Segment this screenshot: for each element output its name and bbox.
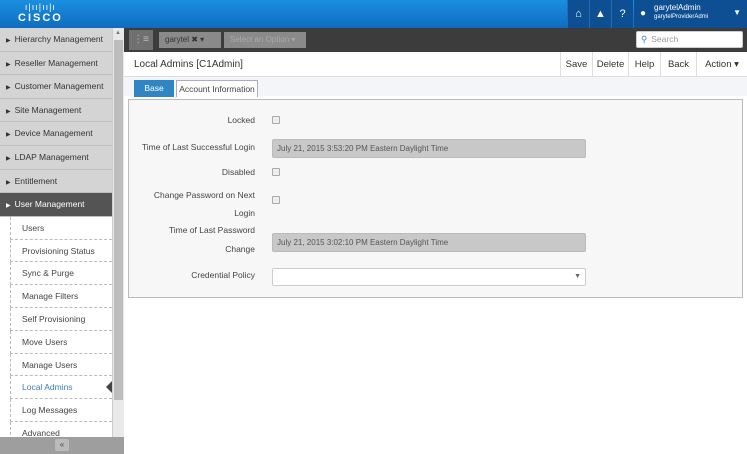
sidebar-subitem-label: Provisioning Status bbox=[22, 245, 95, 256]
user-role: garytelProviderAdmi bbox=[654, 14, 709, 20]
sidebar-item-site-management[interactable]: ▶ Site Management bbox=[0, 98, 112, 123]
sidebar-subitem-label: Move Users bbox=[22, 336, 68, 347]
sidebar-subitem-move-users[interactable]: Move Users bbox=[10, 330, 112, 354]
credential-policy-select[interactable]: ▼ bbox=[272, 268, 586, 286]
sidebar-scrollbar[interactable]: ▲ bbox=[112, 28, 124, 437]
sidebar-subitem-label: Sync & Purge bbox=[22, 268, 74, 279]
hierarchy-select[interactable]: garytel ✖ ▾ bbox=[159, 32, 221, 48]
account-information-form: Locked Time of Last Successful Login Jul… bbox=[128, 99, 743, 298]
caret-right-icon: ▶ bbox=[6, 38, 11, 44]
back-button[interactable]: Back bbox=[660, 52, 696, 77]
home-icon[interactable]: ⌂ bbox=[567, 0, 589, 28]
sidebar-subitem-label: Manage Filters bbox=[22, 291, 79, 302]
sidebar-item-user-management[interactable]: ▶ User Management bbox=[0, 193, 112, 217]
sidebar-subitem-label: Self Provisioning bbox=[22, 313, 86, 324]
option-select[interactable]: Select an Option ▾ bbox=[224, 32, 306, 48]
tab-base[interactable]: Base bbox=[134, 80, 174, 97]
caret-right-icon: ▶ bbox=[6, 61, 11, 68]
help-icon[interactable]: ? bbox=[611, 0, 633, 28]
cisco-logo: ı|ıı|ıı|ı CISCO bbox=[18, 2, 63, 24]
collapse-sidebar-button[interactable]: « bbox=[0, 437, 124, 454]
sidebar-item-hierarchy-management[interactable]: ▶ Hierarchy Management bbox=[0, 28, 112, 52]
last-login-field: July 21, 2015 3:53:20 PM Eastern Dayligh… bbox=[272, 139, 586, 158]
sidebar-item-entitlement[interactable]: ▶ Entitlement bbox=[0, 169, 112, 194]
sidebar-subitem-sync-purge[interactable]: Sync & Purge bbox=[10, 262, 112, 286]
change-password-label: Change Password on Next Login bbox=[153, 190, 255, 218]
sidebar-subitem-label: Local Admins bbox=[22, 382, 73, 393]
chevron-down-icon: ▼ bbox=[733, 8, 741, 17]
caret-right-icon: ▶ bbox=[6, 85, 11, 92]
locked-checkbox[interactable] bbox=[272, 116, 280, 124]
sidebar-subitem-label: Users bbox=[22, 222, 45, 233]
caret-right-icon: ▶ bbox=[6, 203, 11, 210]
sidebar-subitem-users[interactable]: Users bbox=[10, 216, 112, 240]
tab-account-information[interactable]: Account Information bbox=[176, 80, 258, 97]
change-password-checkbox[interactable] bbox=[272, 196, 280, 204]
user-name: garytelAdmin bbox=[654, 3, 701, 12]
search-input[interactable]: ⚲ Search bbox=[636, 31, 743, 48]
sidebar-item-label: Customer Management bbox=[14, 81, 104, 92]
sidebar-subitem-local-admins[interactable]: Local Admins bbox=[10, 376, 112, 400]
sidebar-item-label: User Management bbox=[14, 199, 85, 210]
sidebar-item-device-management[interactable]: ▶ Device Management bbox=[0, 122, 112, 146]
sidebar: ▶ Hierarchy Management ▶ Reseller Managemen… bbox=[0, 28, 112, 437]
sidebar-item-label: Hierarchy Management bbox=[14, 34, 103, 44]
caret-right-icon: ▶ bbox=[6, 108, 11, 115]
sidebar-item-label: Site Management bbox=[14, 104, 82, 115]
sidebar-subitem-manage-filters[interactable]: Manage Filters bbox=[10, 285, 112, 308]
sidebar-subitem-label: Log Messages bbox=[22, 405, 78, 416]
hierarchy-tree-icon[interactable]: ⋮≡ bbox=[129, 30, 153, 50]
chevron-down-icon: ▼ bbox=[574, 273, 581, 280]
last-password-change-field: July 21, 2015 3:02:10 PM Eastern Dayligh… bbox=[272, 233, 586, 252]
locked-label: Locked bbox=[227, 115, 255, 125]
caret-right-icon: ▶ bbox=[6, 155, 11, 162]
help-button[interactable]: Help bbox=[628, 52, 660, 77]
sidebar-item-ldap-management[interactable]: ▶ LDAP Management bbox=[0, 145, 112, 170]
alert-icon[interactable]: ▲ bbox=[589, 0, 611, 28]
top-bar: ı|ıı|ıı|ı CISCO ⌂ ▲ ? ● garytelAdmin gary… bbox=[0, 0, 747, 28]
user-icon: ● bbox=[640, 8, 647, 19]
user-menu[interactable]: ● garytelAdmin garytelProviderAdmi ▼ bbox=[634, 0, 747, 28]
sidebar-item-label: Device Management bbox=[14, 128, 93, 139]
sidebar-subitem-log-messages[interactable]: Log Messages bbox=[10, 399, 112, 422]
sidebar-subitem-provisioning-status[interactable]: Provisioning Status bbox=[10, 239, 112, 263]
disabled-label: Disabled bbox=[221, 167, 255, 177]
action-menu-button[interactable]: Action ▾ bbox=[696, 52, 747, 77]
sidebar-subitem-manage-users[interactable]: Manage Users bbox=[10, 353, 112, 377]
save-button[interactable]: Save bbox=[560, 52, 592, 77]
last-login-label: Time of Last Successful Login bbox=[141, 142, 255, 152]
search-icon: ⚲ bbox=[641, 34, 648, 44]
sidebar-item-label: Entitlement bbox=[14, 175, 58, 186]
sidebar-item-customer-management[interactable]: ▶ Customer Management bbox=[0, 75, 112, 99]
page-title: Local Admins [C1Admin] bbox=[134, 59, 243, 70]
tab-bar: Base Account Information bbox=[124, 77, 747, 97]
sidebar-item-label: LDAP Management bbox=[14, 151, 89, 162]
sidebar-item-reseller-management[interactable]: ▶ Reseller Management bbox=[0, 51, 112, 76]
delete-button[interactable]: Delete bbox=[592, 52, 628, 77]
sidebar-subitem-self-provisioning[interactable]: Self Provisioning bbox=[10, 307, 112, 331]
page-header: Local Admins [C1Admin] Save Delete Help … bbox=[124, 52, 747, 77]
caret-right-icon: ▶ bbox=[6, 179, 11, 186]
sidebar-subitem-label: Advanced bbox=[22, 427, 60, 437]
last-password-change-label: Time of Last Password Change bbox=[168, 225, 255, 254]
sidebar-item-label: Reseller Management bbox=[14, 57, 98, 68]
sidebar-subitem-label: Manage Users bbox=[22, 359, 78, 370]
caret-right-icon: ▶ bbox=[6, 132, 11, 139]
disabled-checkbox[interactable] bbox=[272, 168, 280, 176]
credential-policy-label: Credential Policy bbox=[191, 270, 255, 280]
sidebar-subitem-advanced[interactable]: Advanced bbox=[10, 421, 112, 437]
